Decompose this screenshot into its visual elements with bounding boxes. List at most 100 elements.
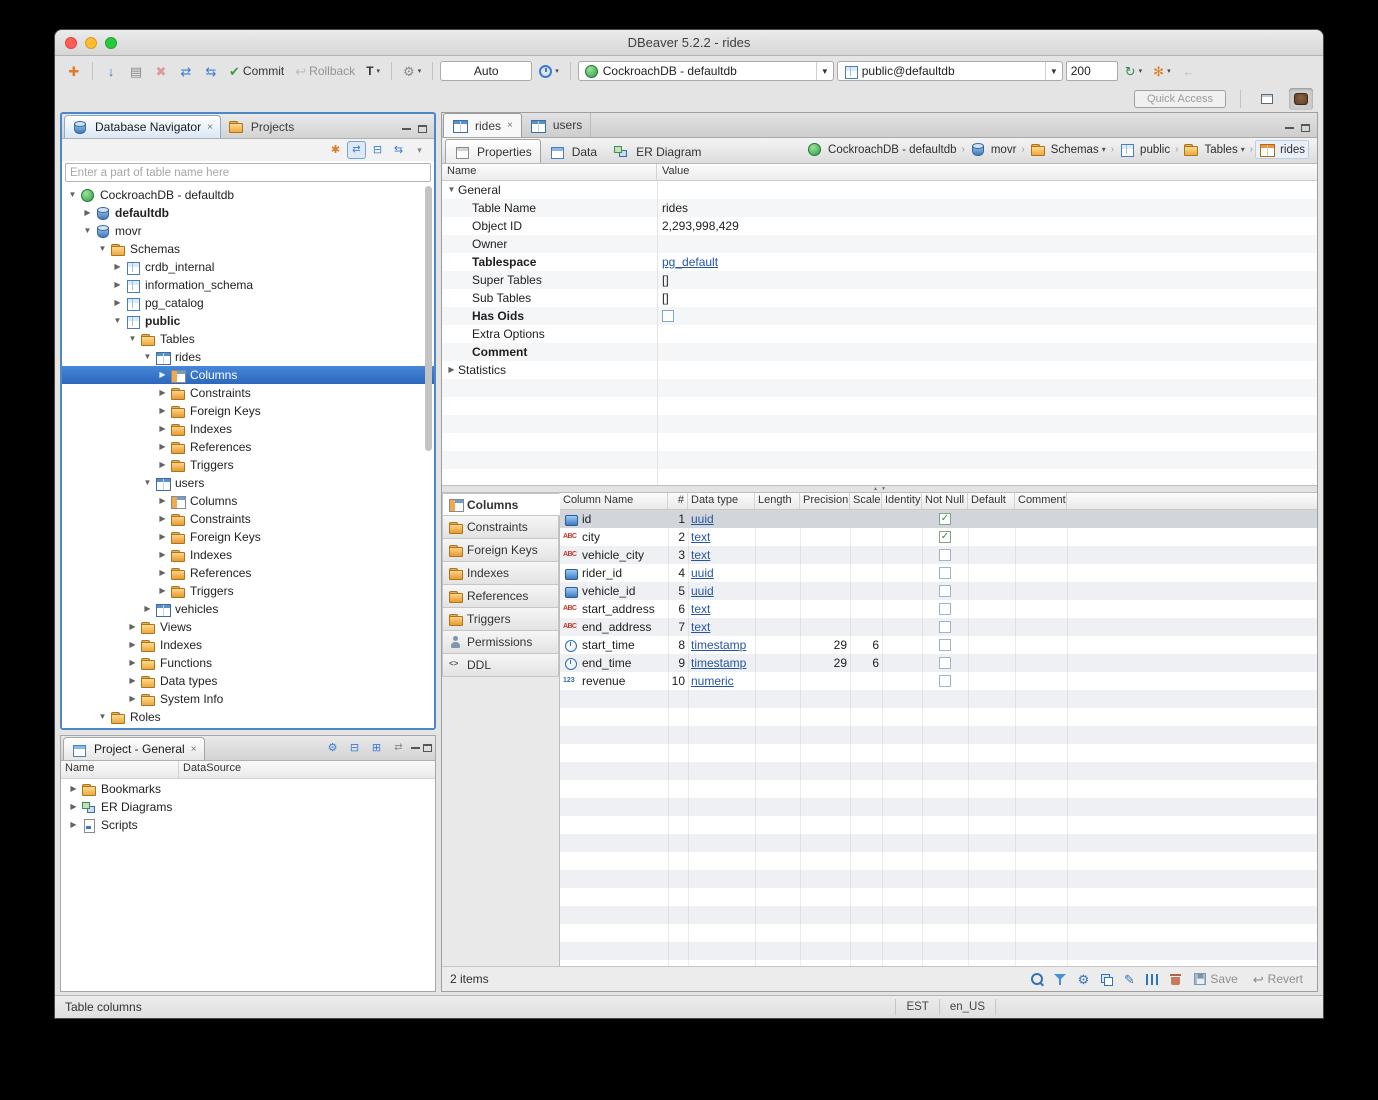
object-tab-references[interactable]: References — [442, 585, 559, 608]
column-row-vehicle-id[interactable]: vehicle_id5uuid — [560, 582, 1317, 600]
collapsed-twistie[interactable]: ▶ — [156, 438, 169, 456]
tree-item-triggers[interactable]: ▶Triggers — [62, 456, 434, 474]
data-type-link[interactable]: text — [691, 530, 710, 544]
view-tab-projects[interactable]: Projects — [221, 115, 301, 138]
column-header-scale[interactable]: Scale — [850, 493, 882, 509]
expanded-twistie[interactable]: ▼ — [96, 708, 109, 726]
breadcrumb-item-rides[interactable]: rides — [1255, 140, 1309, 159]
project-item-bookmarks[interactable]: ▶Bookmarks — [61, 780, 435, 798]
data-type-link[interactable]: uuid — [691, 584, 714, 598]
transaction-switch-button[interactable]: ⇆ — [200, 60, 222, 82]
column-header-data-type[interactable]: Data type — [688, 493, 755, 509]
collapsed-twistie[interactable]: ▶ — [67, 780, 80, 798]
tree-item-indexes[interactable]: ▶Indexes — [62, 420, 434, 438]
not-null-checkbox[interactable] — [939, 639, 951, 651]
expanded-twistie[interactable]: ▼ — [141, 348, 154, 366]
collapsed-twistie[interactable]: ▶ — [156, 384, 169, 402]
editor-tab-users[interactable]: users — [522, 113, 591, 137]
tree-item-vehicles[interactable]: ▶vehicles — [62, 600, 434, 618]
schema-combo[interactable]: public@defaultdb▼ — [837, 61, 1063, 81]
tree-item-cockroachdb-defaultdb[interactable]: ▼CockroachDB - defaultdb — [62, 186, 434, 204]
navigate-back-button[interactable]: ← — [1178, 60, 1200, 82]
data-type-link[interactable]: text — [691, 602, 710, 616]
tree-item-columns[interactable]: ▶Columns — [62, 366, 434, 384]
settings-button[interactable]: ⚙▾ — [399, 60, 425, 82]
new-connection-button[interactable]: ✚ — [63, 60, 85, 82]
collapsed-twistie[interactable]: ▶ — [111, 294, 124, 312]
tree-item-views[interactable]: ▶Views — [62, 618, 434, 636]
column-header-identity[interactable]: Identity — [882, 493, 922, 509]
property-row-general[interactable]: ▼General — [442, 181, 1317, 199]
navigator-scrollbar[interactable] — [424, 186, 433, 726]
rollback-button[interactable]: ↩Rollback — [291, 60, 359, 82]
object-tab-constraints[interactable]: Constraints — [442, 516, 559, 539]
subtab-data[interactable]: Data — [541, 141, 605, 162]
column-row-id[interactable]: id1uuid — [560, 510, 1317, 528]
property-row-statistics[interactable]: ▶Statistics — [442, 361, 1317, 379]
collapsed-twistie[interactable]: ▶ — [81, 204, 94, 222]
collapsed-twistie[interactable]: ▶ — [156, 582, 169, 600]
object-tab-columns[interactable]: Columns — [442, 493, 560, 516]
column-row-start-time[interactable]: start_time8timestamp296 — [560, 636, 1317, 654]
tree-item-roles[interactable]: ▼Roles — [62, 708, 434, 726]
column-row-start-address[interactable]: start_address6text — [560, 600, 1317, 618]
data-type-link[interactable]: numeric — [691, 674, 734, 688]
tree-item-data-types[interactable]: ▶Data types — [62, 672, 434, 690]
breadcrumb-item-movr[interactable]: movr — [967, 141, 1020, 158]
minimize-window-button[interactable] — [85, 37, 97, 49]
not-null-checkbox[interactable] — [939, 531, 951, 543]
property-row-has-oids[interactable]: Has Oids — [442, 307, 1317, 325]
collapsed-twistie[interactable]: ▶ — [156, 456, 169, 474]
transaction-log-button[interactable]: ⇄ — [175, 60, 197, 82]
column-row-end-time[interactable]: end_time9timestamp296 — [560, 654, 1317, 672]
link-with-editor-button[interactable]: ⇄ — [389, 739, 408, 757]
column-header-not-null[interactable]: Not Null — [922, 493, 968, 509]
connection-combo[interactable]: CockroachDB - defaultdb▼ — [578, 61, 834, 81]
tree-item-pg-catalog[interactable]: ▶pg_catalog — [62, 294, 434, 312]
not-null-checkbox[interactable] — [939, 549, 951, 561]
tree-item-public[interactable]: ▼public — [62, 312, 434, 330]
close-window-button[interactable] — [65, 37, 77, 49]
breadcrumb-item-cockroachdb-defaultdb[interactable]: CockroachDB - defaultdb — [804, 141, 959, 158]
tree-item-indexes[interactable]: ▶Indexes — [62, 636, 434, 654]
maximize-view-button[interactable] — [418, 125, 427, 133]
collapsed-twistie[interactable]: ▶ — [126, 672, 139, 690]
tree-item-triggers[interactable]: ▶Triggers — [62, 582, 434, 600]
column-header-precision[interactable]: Precision — [800, 493, 850, 509]
tree-item-defaultdb[interactable]: ▶defaultdb — [62, 204, 434, 222]
project-item-er-diagrams[interactable]: ▶ER Diagrams — [61, 798, 435, 816]
collapsed-twistie[interactable]: ▶ — [156, 510, 169, 528]
transaction-mode-button[interactable]: T▾ — [362, 60, 384, 82]
breadcrumb-item-public[interactable]: public — [1116, 141, 1173, 158]
tree-item-tables[interactable]: ▼Tables — [62, 330, 434, 348]
collapsed-twistie[interactable]: ▶ — [156, 564, 169, 582]
column-header-[interactable]: # — [668, 493, 688, 509]
configure-button[interactable]: ⚙ — [323, 739, 342, 757]
collapsed-twistie[interactable]: ▶ — [156, 528, 169, 546]
tree-item-users[interactable]: ▼users — [62, 474, 434, 492]
breadcrumb-item-tables[interactable]: Tables▾ — [1180, 141, 1247, 158]
not-null-checkbox[interactable] — [939, 567, 951, 579]
expand-all-button[interactable]: ⊞ — [367, 739, 386, 757]
not-null-checkbox[interactable] — [939, 513, 951, 525]
maximize-view-button[interactable] — [423, 744, 432, 752]
commit-doc-button[interactable]: ▤ — [125, 60, 147, 82]
subtab-er-diagram[interactable]: ER Diagram — [605, 141, 709, 162]
data-type-link[interactable]: timestamp — [691, 656, 746, 670]
collapsed-twistie[interactable]: ▶ — [141, 600, 154, 618]
property-row-extra-options[interactable]: Extra Options — [442, 325, 1317, 343]
zoom-window-button[interactable] — [105, 37, 117, 49]
commit-mode-combo[interactable]: Auto — [440, 61, 532, 81]
object-tab-ddl[interactable]: DDL — [442, 654, 559, 677]
tree-item-system-info[interactable]: ▶System Info — [62, 690, 434, 708]
tree-item-information-schema[interactable]: ▶information_schema — [62, 276, 434, 294]
data-type-link[interactable]: text — [691, 548, 710, 562]
properties-header-name[interactable]: Name — [442, 164, 657, 180]
open-perspective-button[interactable] — [1255, 88, 1279, 110]
collapsed-twistie[interactable]: ▶ — [156, 546, 169, 564]
tree-item-columns[interactable]: ▶Columns — [62, 492, 434, 510]
checkout-button[interactable]: ↓ — [100, 60, 122, 82]
minimize-view-button[interactable] — [402, 128, 411, 130]
close-tab-icon[interactable]: × — [191, 744, 197, 755]
tree-item-crdb-internal[interactable]: ▶crdb_internal — [62, 258, 434, 276]
